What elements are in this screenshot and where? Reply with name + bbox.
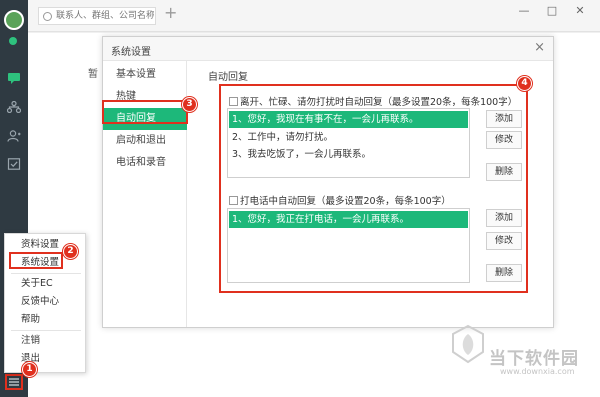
contacts-icon[interactable] [7,130,21,142]
tasks-icon[interactable] [7,158,21,170]
watermark-title: 当下软件园 [489,349,579,369]
call-reply-option[interactable]: 打电话中自动回复（最多设置20条，每条100字） [229,193,451,207]
section-title: 自动回复 [208,72,248,83]
call-edit-button[interactable]: 修改 [486,232,522,250]
busy-add-button[interactable]: 添加 [486,110,522,128]
background-text: 暂 [88,69,98,80]
nav-basic-settings[interactable]: 基本设置 [103,64,187,86]
list-item[interactable]: 3、我去吃饭了，一会儿再联系。 [229,146,468,163]
online-status-icon [9,37,17,45]
busy-reply-option[interactable]: 离开、忙碌、请勿打扰时自动回复（最多设置20条，每条100字） [229,94,517,108]
dialog-title: 系统设置 [111,47,151,58]
busy-reply-label: 离开、忙碌、请勿打扰时自动回复（最多设置20条，每条100字） [240,97,518,108]
menu-item-about[interactable]: 关于EC [5,275,87,293]
call-delete-button[interactable]: 删除 [486,264,522,282]
menu-item-help[interactable]: 帮助 [5,311,87,329]
window-close-button[interactable]: ✕ [572,4,588,18]
step-badge-1: 1 [22,362,37,377]
menu-item-logout[interactable]: 注销 [5,332,87,350]
search-box[interactable] [38,7,156,25]
hamburger-icon [9,378,19,386]
menu-divider [11,330,81,331]
nav-highlight-frame [102,100,188,124]
search-icon [43,12,52,21]
chat-icon[interactable] [7,72,21,84]
step-badge-2: 2 [63,244,78,259]
dialog-header: 系统设置 × [103,37,553,61]
step-badge-3: 3 [182,97,197,112]
step-badge-4: 4 [517,76,532,91]
busy-delete-button[interactable]: 删除 [486,163,522,181]
top-bar: + — □ ✕ [28,0,600,32]
call-add-button[interactable]: 添加 [486,209,522,227]
watermark-logo [451,324,485,364]
main-menu-button[interactable] [5,374,23,390]
nav-startup-exit[interactable]: 启动和退出 [103,130,187,152]
maximize-button[interactable]: □ [544,4,560,18]
call-reply-label: 打电话中自动回复（最多设置20条，每条100字） [240,196,451,207]
menu-item-feedback[interactable]: 反馈中心 [5,293,87,311]
menu-divider [11,273,81,274]
busy-edit-button[interactable]: 修改 [486,131,522,149]
menu-item-exit[interactable]: 退出 [5,350,87,368]
busy-reply-list[interactable]: 1、您好，我现在有事不在，一会儿再联系。 2、工作中，请勿打扰。 3、我去吃饭了… [227,108,470,178]
minimize-button[interactable]: — [516,4,532,18]
call-reply-list[interactable]: 1、您好，我正在打电话，一会儿再联系。 [227,208,470,283]
call-reply-checkbox[interactable] [229,196,238,205]
list-item[interactable]: 2、工作中，请勿打扰。 [229,129,468,146]
watermark-url: www.downxia.com [500,367,575,376]
list-item[interactable]: 1、您好，我正在打电话，一会儿再联系。 [229,211,468,228]
avatar[interactable] [4,10,24,30]
search-input[interactable] [56,9,154,23]
add-icon[interactable]: + [164,5,178,21]
nav-phone-recording[interactable]: 电话和录音 [103,152,187,174]
dialog-close-icon[interactable]: × [534,41,545,55]
menu-highlight-frame [9,252,63,269]
org-structure-icon[interactable] [7,101,21,113]
list-item[interactable]: 1、您好，我现在有事不在，一会儿再联系。 [229,111,468,128]
busy-reply-checkbox[interactable] [229,97,238,106]
